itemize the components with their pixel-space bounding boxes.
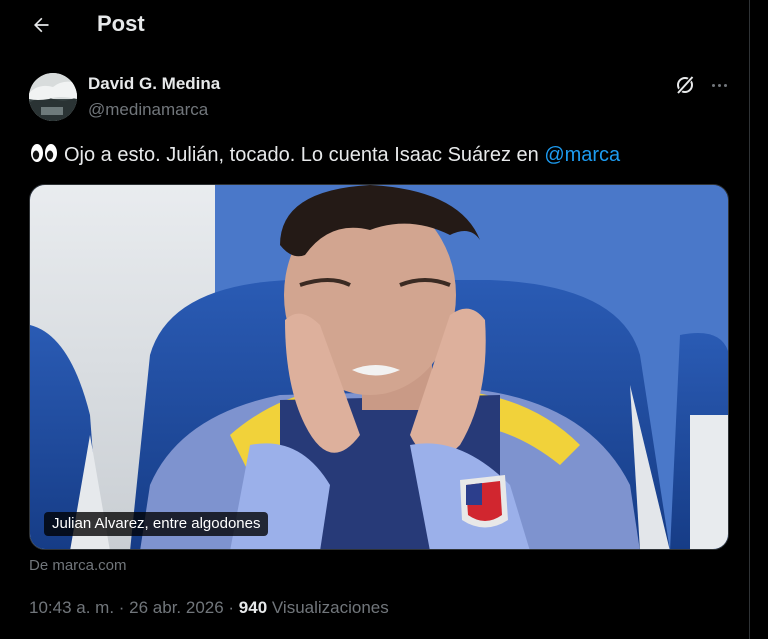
arrow-left-icon [34, 17, 49, 33]
back-button[interactable] [26, 10, 56, 40]
grok-icon [675, 74, 695, 96]
more-button[interactable] [706, 73, 732, 97]
grok-button[interactable] [673, 73, 697, 97]
author-name[interactable]: David G. Medina [88, 74, 220, 94]
page-title: Post [97, 11, 145, 36]
more-icon [711, 83, 715, 87]
media-caption: Julian Alvarez, entre algodones [44, 512, 269, 536]
eyes-emoji [31, 144, 57, 162]
post-column: Post David G. Medina @medinamarca Ojo a … [0, 0, 750, 639]
tweet-text: Ojo a esto. Julián, tocado. Lo cuenta Is… [30, 142, 620, 167]
post-meta: 10:43 a. m. · 26 abr. 2026 · 940 Visuali… [29, 598, 389, 618]
author-handle[interactable]: @medinamarca [88, 100, 208, 120]
views-count: 940 [238, 598, 268, 617]
top-bar: Post [0, 0, 749, 52]
avatar[interactable] [29, 73, 77, 121]
timestamp[interactable]: 10:43 a. m. · 26 abr. 2026 · [29, 598, 239, 617]
tweet-body: Ojo a esto. Julián, tocado. Lo cuenta Is… [64, 144, 545, 166]
media-card[interactable] [29, 184, 729, 550]
player-photo [30, 185, 728, 549]
mention-link[interactable]: @marca [544, 144, 620, 166]
avatar-image [29, 73, 77, 121]
source-link[interactable]: De marca.com [29, 557, 127, 574]
views-label: Visualizaciones [267, 598, 389, 617]
